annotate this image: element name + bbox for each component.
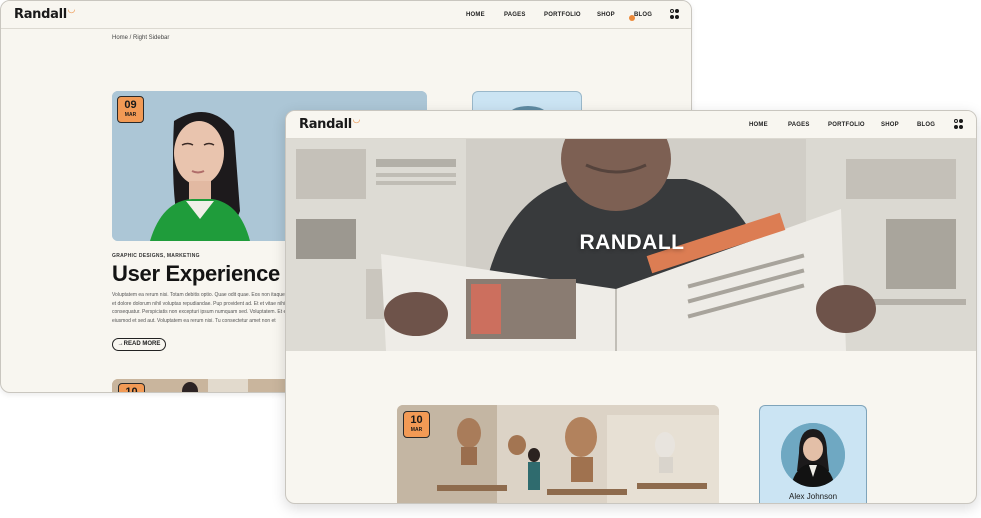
apps-menu-icon[interactable] (954, 119, 964, 129)
sculpture-studio-image (397, 405, 719, 503)
date-day: 10 (125, 386, 138, 393)
next-post-thumbnail[interactable]: 10 (112, 379, 292, 393)
author-name[interactable]: Alex Johnson (760, 492, 866, 501)
avatar-partial (509, 106, 547, 112)
back-navbar: Randall◡ HOME PAGES PORTFOLIO SHOP BLOG (1, 1, 691, 29)
apps-menu-icon[interactable] (670, 9, 680, 19)
front-logo-text: Randall (299, 117, 352, 132)
stage: Randall◡ HOME PAGES PORTFOLIO SHOP BLOG … (0, 0, 981, 518)
front-window: Randall◡ HOME PAGES PORTFOLIO SHOP BLOG (285, 110, 977, 504)
date-day: 10 (410, 414, 423, 426)
read-more-button[interactable]: →READ MORE (112, 338, 166, 351)
banner-title: RANDALL (579, 231, 685, 254)
date-day: 09 (124, 99, 137, 111)
post-category[interactable]: GRAPHIC DESIGNS, MARKETING (112, 253, 200, 259)
back-logo-text: Randall (14, 7, 67, 22)
logo-smile-icon: ◡ (67, 5, 75, 15)
front-nav-home[interactable]: HOME (749, 122, 768, 128)
front-nav-shop[interactable]: SHOP (881, 122, 899, 128)
front-nav-blog[interactable]: BLOG (917, 122, 935, 128)
author-photo (781, 423, 845, 487)
read-more-label: READ MORE (123, 341, 161, 347)
featured-date-badge: 09 MAR (117, 96, 144, 123)
post-excerpt: Voluptatem ea rerum nisi. Totam debitis … (112, 292, 288, 324)
front-logo[interactable]: Randall◡ (299, 115, 360, 132)
front-nav-portfolio[interactable]: PORTFOLIO (828, 122, 865, 128)
date-month: MAR (410, 427, 423, 433)
hero-banner: RANDALL (286, 139, 976, 351)
breadcrumb: Home / Right Sidebar (112, 35, 170, 41)
back-logo[interactable]: Randall◡ (14, 5, 75, 22)
logo-smile-icon: ◡ (352, 115, 360, 125)
back-nav-home[interactable]: HOME (466, 12, 485, 18)
post-card-image[interactable]: 10 MAR (397, 405, 719, 503)
back-nav-shop[interactable]: SHOP (597, 12, 615, 18)
back-nav-blog[interactable]: BLOG (634, 12, 652, 18)
date-month: MAR (124, 112, 137, 118)
front-nav-pages[interactable]: PAGES (788, 122, 810, 128)
author-card[interactable]: Alex Johnson (759, 405, 867, 503)
next-date-badge: 10 (118, 383, 145, 393)
back-nav-pages[interactable]: PAGES (504, 12, 526, 18)
avatar (781, 423, 845, 487)
post-title[interactable]: User Experience (112, 261, 280, 287)
post-date-badge: 10 MAR (403, 411, 430, 438)
back-nav-portfolio[interactable]: PORTFOLIO (544, 12, 581, 18)
front-navbar: Randall◡ HOME PAGES PORTFOLIO SHOP BLOG (286, 111, 976, 139)
